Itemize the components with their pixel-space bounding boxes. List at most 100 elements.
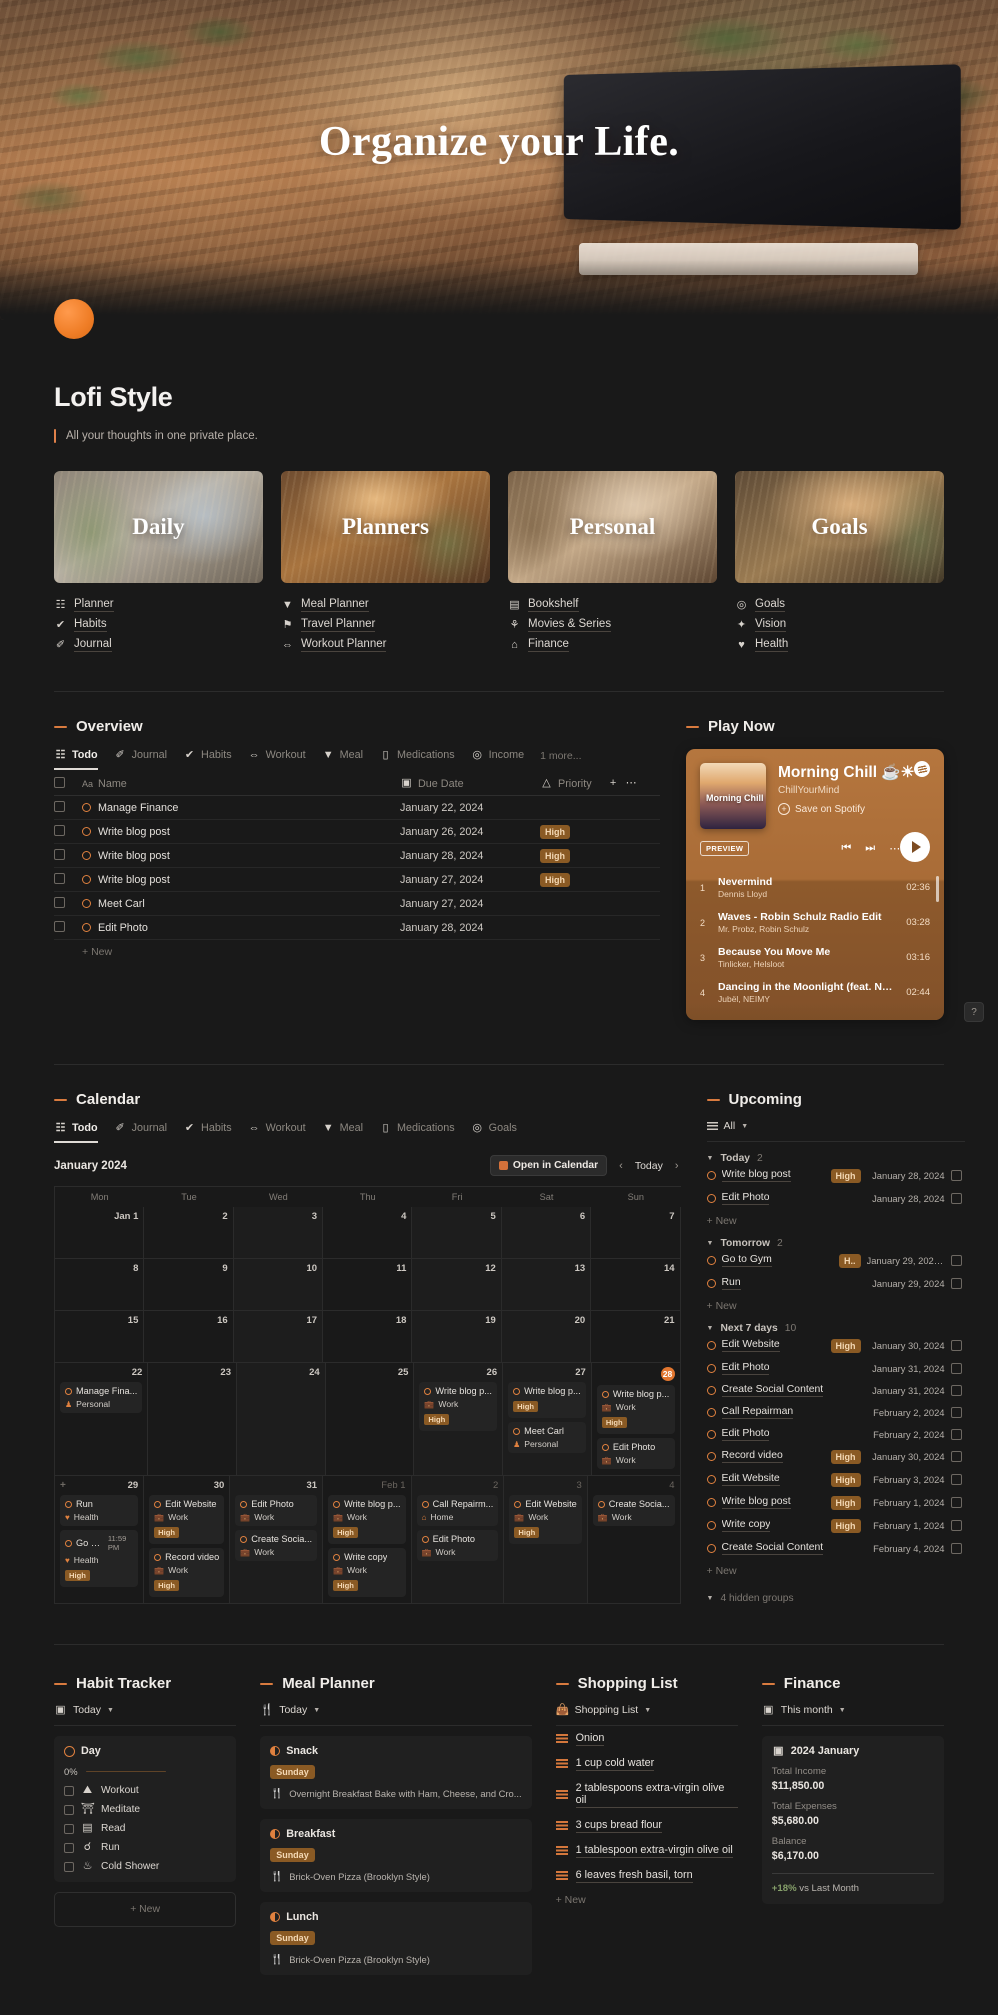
habit-item[interactable]: ☌ Run: [64, 1842, 226, 1853]
calendar-day-cell[interactable]: 9: [144, 1259, 233, 1311]
calendar-event[interactable]: Record video 💼 Work High: [149, 1548, 224, 1597]
tab-journal[interactable]: ✐ Journal: [114, 1122, 167, 1143]
finance-filter[interactable]: ▣ This month ▼: [762, 1704, 944, 1716]
tab-meal[interactable]: ▼ Meal: [322, 749, 363, 770]
habit-day-card[interactable]: Day 0% ⛰ Workout ⛩ Meditate ▤ Read ☌ Run…: [54, 1736, 236, 1882]
upcoming-group-header[interactable]: ▼ Tomorrow 2: [707, 1238, 965, 1249]
upcoming-item[interactable]: Write blog post High February 1, 2024: [707, 1491, 965, 1514]
calendar-event[interactable]: Edit Photo 💼 Work: [417, 1530, 499, 1561]
spotify-track-list[interactable]: 1 Nevermind Dennis Lloyd 02:36 2 Waves -…: [686, 866, 944, 1020]
shopping-new-button[interactable]: + New: [556, 1888, 738, 1906]
item-checkbox[interactable]: [951, 1278, 962, 1289]
upcoming-item[interactable]: Edit Website High February 3, 2024: [707, 1468, 965, 1491]
tab-medications[interactable]: ▯ Medications: [379, 1122, 455, 1143]
item-checkbox[interactable]: [951, 1255, 962, 1266]
calendar-day-cell[interactable]: + 29 Run ♥ Health Go to ... 11:59 PM ♥ H…: [55, 1476, 144, 1604]
calendar-event[interactable]: Write copy 💼 Work High: [328, 1548, 406, 1597]
next-month-button[interactable]: ›: [673, 1160, 681, 1172]
calendar-day-cell[interactable]: 5: [412, 1207, 501, 1259]
shopping-list-filter[interactable]: 👜 Shopping List ▼: [556, 1704, 738, 1716]
upcoming-item[interactable]: Edit Photo February 2, 2024: [707, 1423, 965, 1445]
habit-checkbox[interactable]: [64, 1824, 74, 1834]
row-checkbox[interactable]: [54, 849, 82, 863]
calendar-day-cell[interactable]: Jan 1: [55, 1207, 144, 1259]
table-row[interactable]: Manage Finance January 22, 2024: [54, 796, 660, 820]
meal-card[interactable]: Breakfast Sunday 🍴 Brick-Oven Pizza (Bro…: [260, 1819, 531, 1892]
calendar-day-cell[interactable]: 6: [502, 1207, 591, 1259]
shopping-item[interactable]: 6 leaves fresh basil, torn: [556, 1863, 738, 1888]
habit-item[interactable]: ⛰ Workout: [64, 1785, 226, 1796]
calendar-day-cell[interactable]: 25: [326, 1363, 415, 1476]
item-checkbox[interactable]: [951, 1193, 962, 1204]
calendar-event[interactable]: Create Socia... 💼 Work: [593, 1495, 675, 1526]
help-button[interactable]: ?: [964, 1002, 984, 1022]
category-card-image[interactable]: Personal: [508, 471, 717, 583]
item-checkbox[interactable]: [951, 1497, 962, 1508]
upcoming-group-header[interactable]: ▼ Today 2: [707, 1153, 965, 1164]
category-card[interactable]: Daily ☷ Planner ✔ Habits ✐ Journal: [54, 471, 263, 655]
calendar-day-cell[interactable]: 4: [323, 1207, 412, 1259]
table-row[interactable]: Write blog post January 28, 2024 High: [54, 844, 660, 868]
calendar-day-cell[interactable]: 3 Edit Website 💼 Work High: [504, 1476, 587, 1604]
item-checkbox[interactable]: [951, 1520, 962, 1531]
calendar-day-cell[interactable]: 2: [144, 1207, 233, 1259]
track-row[interactable]: 2 Waves - Robin Schulz Radio Edit Mr. Pr…: [700, 905, 930, 940]
calendar-day-cell[interactable]: 8: [55, 1259, 144, 1311]
tab-goals[interactable]: ◎ Goals: [471, 1122, 517, 1143]
row-checkbox[interactable]: [54, 921, 82, 935]
habit-tracker-filter[interactable]: ▣ Today ▼: [54, 1704, 236, 1716]
play-button[interactable]: [900, 832, 930, 862]
item-checkbox[interactable]: [951, 1543, 962, 1554]
calendar-tabs[interactable]: ☷ Todo ✐ Journal ✔ Habits ⇔ Workout ▼ Me…: [54, 1122, 681, 1143]
meal-card[interactable]: Snack Sunday 🍴 Overnight Breakfast Bake …: [260, 1736, 531, 1809]
calendar-day-cell[interactable]: 17: [234, 1311, 323, 1363]
calendar-day-cell[interactable]: 10: [234, 1259, 323, 1311]
calendar-day-cell[interactable]: 21: [591, 1311, 680, 1363]
tab-todo[interactable]: ☷ Todo: [54, 749, 98, 770]
column-header-due-date[interactable]: ▣ Due Date: [400, 778, 540, 790]
tab-todo[interactable]: ☷ Todo: [54, 1122, 98, 1143]
table-row[interactable]: Write blog post January 27, 2024 High: [54, 868, 660, 892]
category-link[interactable]: ✦ Vision: [735, 615, 944, 635]
habit-item[interactable]: ♨ Cold Shower: [64, 1861, 226, 1872]
upcoming-group-header[interactable]: ▼ Next 7 days 10: [707, 1323, 965, 1334]
table-row[interactable]: Edit Photo January 28, 2024: [54, 916, 660, 940]
item-checkbox[interactable]: [951, 1429, 962, 1440]
upcoming-item[interactable]: Create Social Content January 31, 2024: [707, 1379, 965, 1401]
shopping-item[interactable]: 2 tablespoons extra-virgin olive oil: [556, 1776, 738, 1813]
calendar-day-cell[interactable]: 2 Call Repairm... ⌂ Home Edit Photo 💼 Wo…: [412, 1476, 505, 1604]
calendar-event[interactable]: Create Socia... 💼 Work: [235, 1530, 317, 1561]
overview-tabs[interactable]: ☷ Todo ✐ Journal ✔ Habits ⇔ Workout ▼ Me…: [54, 749, 660, 770]
calendar-day-cell[interactable]: 20: [502, 1311, 591, 1363]
column-header-priority[interactable]: △ Priority + ⋯: [540, 778, 660, 790]
upcoming-item[interactable]: Record video High January 30, 2024: [707, 1445, 965, 1468]
upcoming-item[interactable]: Write copy High February 1, 2024: [707, 1514, 965, 1537]
shopping-item[interactable]: 3 cups bread flour: [556, 1813, 738, 1838]
table-row[interactable]: Meet Carl January 27, 2024: [54, 892, 660, 916]
row-checkbox[interactable]: [54, 801, 82, 815]
category-card-image[interactable]: Goals: [735, 471, 944, 583]
shopping-item[interactable]: Onion: [556, 1726, 738, 1751]
tabs-more-button[interactable]: 1 more...: [540, 750, 581, 769]
calendar-event[interactable]: Go to ... 11:59 PM ♥ Health High: [60, 1530, 138, 1587]
calendar-event[interactable]: Run ♥ Health: [60, 1495, 138, 1526]
open-in-calendar-button[interactable]: Open in Calendar: [490, 1155, 607, 1176]
calendar-day-cell[interactable]: 4 Create Socia... 💼 Work: [588, 1476, 681, 1604]
add-event-icon[interactable]: +: [60, 1480, 66, 1491]
calendar-day-cell[interactable]: 22 Manage Fina... ♟ Personal: [55, 1363, 148, 1476]
calendar-day-cell[interactable]: 18: [323, 1311, 412, 1363]
category-link[interactable]: ✐ Journal: [54, 635, 263, 655]
today-button[interactable]: Today: [635, 1160, 663, 1172]
calendar-event[interactable]: Meet Carl ♟ Personal: [508, 1422, 586, 1453]
tab-medications[interactable]: ▯ Medications: [379, 749, 455, 770]
habit-new-button[interactable]: + New: [54, 1892, 236, 1927]
more-options-icon[interactable]: ⋯: [625, 778, 638, 789]
calendar-event[interactable]: Write blog p... High: [508, 1382, 586, 1418]
tab-habits[interactable]: ✔ Habits: [183, 1122, 232, 1143]
category-link[interactable]: ⚘ Movies & Series: [508, 615, 717, 635]
habit-checkbox[interactable]: [64, 1786, 74, 1796]
row-checkbox[interactable]: [54, 825, 82, 839]
calendar-event[interactable]: Edit Website 💼 Work High: [509, 1495, 581, 1544]
upcoming-item[interactable]: Call Repairman February 2, 2024: [707, 1401, 965, 1423]
next-track-icon[interactable]: ⏭: [865, 842, 875, 855]
